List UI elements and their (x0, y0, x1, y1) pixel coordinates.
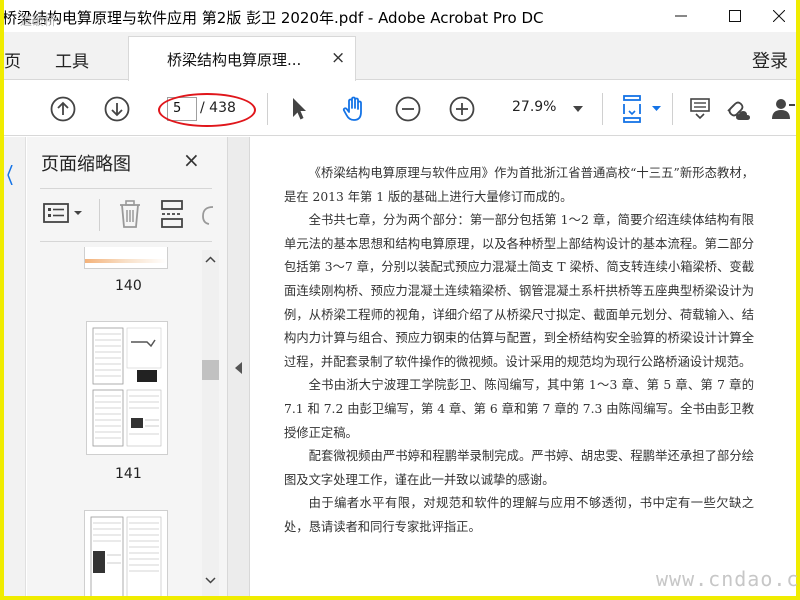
trash-icon (120, 200, 140, 228)
login-button[interactable]: 登录 (752, 47, 788, 73)
expand-rail-icon[interactable] (6, 165, 14, 185)
document-tab-label: 桥梁结构电算原理... (167, 51, 302, 69)
comment-lines-icon (690, 97, 710, 119)
panel-splitter[interactable] (227, 137, 250, 596)
fit-page-button[interactable] (618, 81, 648, 136)
close-icon (773, 10, 785, 22)
panel-divider (40, 241, 212, 242)
watermark: www.cndao.com (656, 567, 800, 591)
minus-circle-icon (395, 96, 421, 121)
list-options-icon (43, 203, 82, 223)
panel-toolbar-divider (99, 199, 100, 231)
minimize-button[interactable] (658, 0, 704, 32)
chevron-up-icon[interactable] (202, 254, 219, 266)
toolbar-divider (267, 93, 268, 125)
maximize-icon (729, 10, 741, 22)
document-tab[interactable]: 桥梁结构电算原理... × (128, 36, 356, 81)
paragraph: 由于编者水平有限，对规范和软件的理解与应用不够透彻，书中定有一些欠缺之处，恳请读… (284, 496, 754, 534)
paragraph: 全书共七章，分为两个部分：第一部分包括第 1～2 章，简要介绍连续体结构有限单元… (284, 213, 754, 369)
plus-circle-icon (449, 96, 475, 121)
arrow-up-circle-icon (50, 96, 76, 121)
next-page-button[interactable] (102, 81, 132, 136)
page-thumbnail-142[interactable] (84, 510, 168, 596)
fit-page-dropdown[interactable] (649, 81, 663, 136)
paragraph: 全书由浙大宁波理工学院彭卫、陈闯编写，其中第 1～3 章、第 5 章、第 7 章… (284, 378, 754, 440)
toolbar: 5 / 438 27.9% (4, 81, 796, 136)
red-highlight-ellipse (158, 93, 256, 127)
menu-bar: 页 工具 桥梁结构电算原理... × 登录 (4, 32, 796, 81)
title-bar: 桥梁结构电算原理与软件应用 第2版 彭卫 2020年.pdf - Adobe A… (4, 0, 796, 32)
panel-title: 页面缩略图 (41, 154, 131, 175)
chevron-down-icon[interactable] (202, 574, 219, 586)
page-content: 《桥梁结构电算原理与软件应用》作为首批浙江省普通高校“十三五”新形态教材，是在 … (284, 162, 754, 540)
home-menu[interactable]: 页 (4, 47, 21, 72)
thumbnail-scrollbar[interactable] (202, 250, 219, 596)
maximize-button[interactable] (712, 0, 758, 32)
minimize-icon (675, 15, 687, 17)
link-cloud-icon (727, 101, 750, 120)
window-title: 桥梁结构电算原理与软件应用 第2版 彭卫 2020年.pdf - Adobe A… (4, 9, 544, 27)
hand-icon (342, 96, 362, 121)
caret-down-icon (651, 106, 661, 111)
page-thumbnail-141[interactable] (86, 321, 168, 455)
thumbnail-label: 141 (115, 466, 142, 482)
user-add-icon (772, 98, 795, 119)
insert-page-icon (161, 200, 183, 228)
page-thumbnail-140[interactable] (84, 247, 168, 269)
previous-page-button[interactable] (48, 81, 78, 136)
paragraph: 《桥梁结构电算原理与软件应用》作为首批浙江省普通高校“十三五”新形态教材，是在 … (284, 166, 754, 204)
thumbnail-accent-bar (85, 259, 167, 263)
tools-menu[interactable]: 工具 (55, 47, 89, 72)
select-tool-button[interactable] (284, 81, 314, 136)
arrow-down-circle-icon (104, 96, 130, 121)
document-view[interactable]: 《桥梁结构电算原理与软件应用》作为首批浙江省普通高校“十三五”新形态教材，是在 … (250, 137, 796, 596)
insert-page-button[interactable] (159, 199, 185, 229)
zoom-dropdown-button[interactable] (570, 81, 586, 136)
paragraph: 配套微视频由严书婷和程鹏举录制完成。严书婷、胡忠雯、程鹏举还承担了部分绘图及文字… (284, 449, 754, 487)
panel-close-button[interactable]: × (183, 148, 200, 172)
thumbnail-preview (92, 327, 162, 447)
add-user-button[interactable] (770, 81, 796, 136)
left-rail (4, 137, 26, 596)
collapse-panel-icon[interactable] (235, 362, 243, 374)
toolbar-divider (672, 93, 673, 125)
watermark-topleft: 道破桥 (20, 14, 57, 28)
acrobat-window: 桥梁结构电算原理与软件应用 第2版 彭卫 2020年.pdf - Adobe A… (4, 0, 796, 596)
scrollbar-thumb[interactable] (202, 360, 219, 380)
zoom-in-button[interactable] (447, 81, 477, 136)
rotate-page-button[interactable] (199, 203, 215, 227)
pointer-icon (293, 97, 306, 119)
share-link-button[interactable] (720, 81, 754, 136)
thumbnail-label: 140 (115, 278, 142, 294)
toolbar-divider (602, 93, 603, 125)
zoom-out-button[interactable] (393, 81, 423, 136)
hand-tool-button[interactable] (338, 81, 370, 136)
thumbnail-options-button[interactable] (43, 200, 87, 228)
panel-divider (40, 188, 212, 189)
zoom-level-select[interactable]: 27.9% (512, 99, 556, 115)
thumbnail-preview (90, 516, 162, 596)
thumbnails-panel: 页面缩略图 × 140 141 (27, 137, 227, 596)
fit-page-icon (623, 94, 641, 123)
close-window-button[interactable] (756, 0, 796, 32)
caret-down-icon (573, 105, 583, 112)
comment-tool-button[interactable] (686, 81, 714, 136)
tab-close-button[interactable]: × (331, 48, 345, 68)
rotate-icon (202, 206, 214, 225)
delete-page-button[interactable] (117, 199, 143, 229)
